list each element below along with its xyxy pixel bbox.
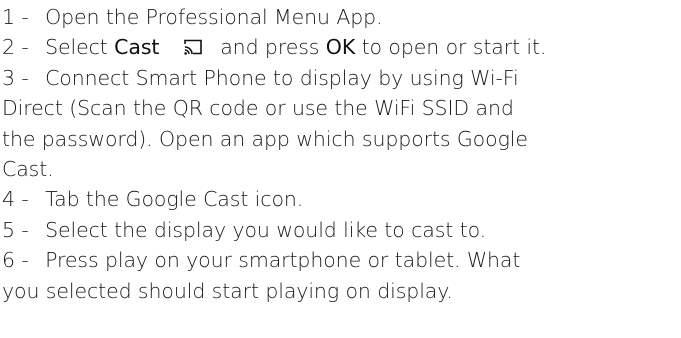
step-5: 5 - Select the display you would like to… — [2, 215, 681, 245]
cast-keyword: Cast — [114, 35, 160, 60]
step-number: 1 - — [2, 5, 29, 29]
step-text-line-2: Direct (Scan the QR code or use the WiFi… — [2, 96, 514, 121]
step-text-middle: and press — [220, 35, 320, 60]
step-number: 5 - — [2, 217, 29, 242]
instruction-list: 1 - Open the Professional Menu App. 2 - … — [0, 0, 681, 306]
step-number: 2 - — [2, 35, 29, 60]
step-text: Tab the Google Cast icon. — [45, 187, 304, 212]
step-1: 1 - Open the Professional Menu App. — [2, 2, 681, 32]
cast-icon — [183, 39, 202, 56]
step-text-line-3: the password). Open an app which support… — [2, 126, 528, 151]
step-text-before: Select — [45, 35, 108, 60]
step-6: 6 - Press play on your smartphone or tab… — [2, 245, 681, 306]
step-text-line-1: Press play on your smartphone or tablet.… — [45, 248, 521, 273]
step-number: 6 - — [2, 248, 29, 273]
step-text-line-1: Connect Smart Phone to display by using … — [45, 65, 519, 90]
step-text-line-2: you selected should start playing on dis… — [2, 278, 453, 303]
step-number: 4 - — [2, 187, 29, 212]
step-text-line-4: Cast. — [2, 157, 54, 182]
step-text: Select the display you would like to cas… — [45, 217, 487, 242]
step-2: 2 - Select Cast and press OK to open or … — [2, 32, 681, 62]
ok-keyword: OK — [325, 35, 356, 60]
step-4: 4 - Tab the Google Cast icon. — [2, 184, 681, 214]
step-number: 3 - — [2, 65, 29, 90]
step-text-after: to open or start it. — [361, 35, 547, 60]
step-text: Open the Professional Menu App. — [45, 5, 383, 29]
step-3: 3 - Connect Smart Phone to display by us… — [2, 63, 681, 185]
